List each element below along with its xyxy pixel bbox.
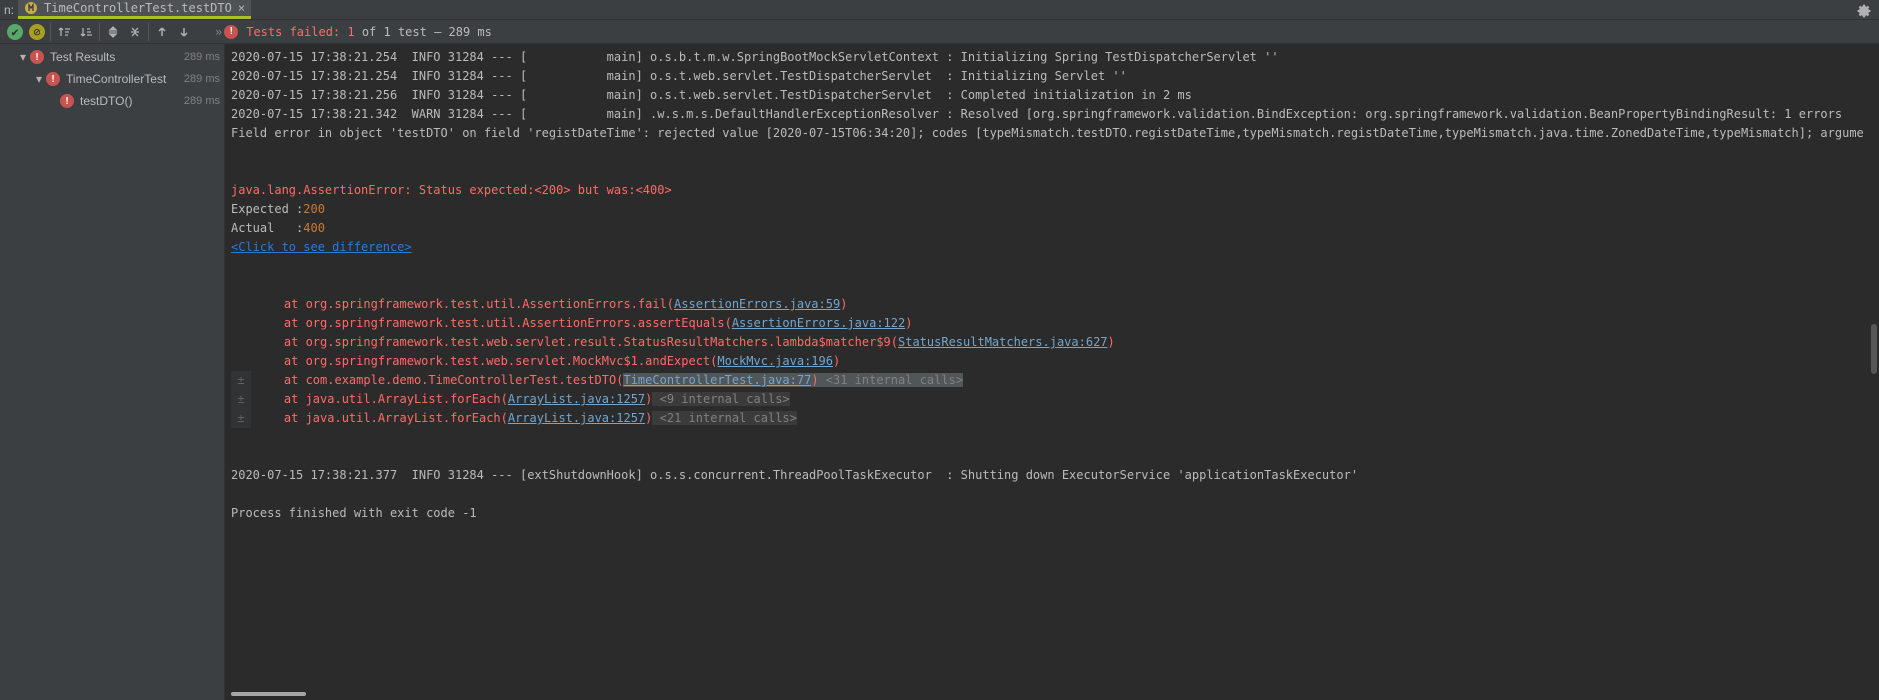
stacktrace-link[interactable]: ArrayList.java:1257 bbox=[508, 411, 645, 425]
java-test-icon bbox=[24, 1, 38, 15]
chevron-down-icon[interactable]: ▾ bbox=[36, 72, 42, 86]
stacktrace-link[interactable]: ArrayList.java:1257 bbox=[508, 392, 645, 406]
gutter-expand-icon[interactable]: ± bbox=[231, 390, 251, 409]
collapse-all-icon[interactable] bbox=[124, 21, 146, 43]
log-line: 2020-07-15 17:38:21.254 INFO 31284 --- [… bbox=[231, 48, 1873, 67]
see-difference-link[interactable]: <Click to see difference> bbox=[231, 240, 412, 254]
assertion-error: java.lang.AssertionError: Status expecte… bbox=[231, 181, 1873, 200]
vertical-scrollbar[interactable] bbox=[1871, 324, 1877, 374]
tree-root[interactable]: ▾ ! Test Results 289 ms bbox=[0, 46, 224, 68]
next-fail-icon[interactable] bbox=[173, 21, 195, 43]
console-output[interactable]: 2020-07-15 17:38:21.254 INFO 31284 --- [… bbox=[225, 44, 1879, 700]
expected-line: Expected :200 bbox=[231, 200, 1873, 219]
stacktrace-link[interactable]: AssertionErrors.java:122 bbox=[732, 316, 905, 330]
show-passed-button[interactable]: ✔ bbox=[4, 21, 26, 43]
chevron-down-icon[interactable]: ▾ bbox=[20, 50, 26, 64]
separator bbox=[50, 23, 51, 41]
test-toolbar: ✔ ⊘ » ! Tests failed: 1 of 1 test – 289 … bbox=[0, 20, 1879, 44]
internal-calls[interactable]: <21 internal calls> bbox=[652, 411, 797, 425]
exit-code-line: Process finished with exit code -1 bbox=[231, 504, 1873, 523]
tab-label: TimeControllerTest.testDTO bbox=[44, 1, 232, 15]
stacktrace-link[interactable]: TimeControllerTest.java:77 bbox=[623, 373, 811, 387]
prev-fail-icon[interactable] bbox=[151, 21, 173, 43]
gutter-expand-icon[interactable]: ± bbox=[231, 371, 251, 390]
fail-icon: ! bbox=[30, 50, 44, 64]
gutter-expand-icon[interactable]: ± bbox=[231, 409, 251, 428]
test-tree: ▾ ! Test Results 289 ms ▾ ! TimeControll… bbox=[0, 44, 225, 700]
log-line: 2020-07-15 17:38:21.342 WARN 31284 --- [… bbox=[231, 105, 1873, 124]
internal-calls[interactable]: <9 internal calls> bbox=[652, 392, 789, 406]
tree-test[interactable]: ! testDTO() 289 ms bbox=[0, 90, 224, 112]
fail-indicator-icon: ! bbox=[222, 21, 240, 43]
main: ▾ ! Test Results 289 ms ▾ ! TimeControll… bbox=[0, 44, 1879, 700]
tree-test-time: 289 ms bbox=[184, 95, 220, 107]
close-icon[interactable]: × bbox=[238, 1, 245, 15]
tab-prefix: n: bbox=[0, 3, 18, 17]
stacktrace-link[interactable]: MockMvc.java:196 bbox=[717, 354, 833, 368]
fail-icon: ! bbox=[60, 94, 74, 108]
internal-calls[interactable]: <31 internal calls> bbox=[819, 373, 964, 387]
sort-asc-icon[interactable] bbox=[53, 21, 75, 43]
tests-total-text: of 1 test – 289 ms bbox=[355, 25, 492, 39]
tree-root-time: 289 ms bbox=[184, 51, 220, 63]
chevron-icon: » bbox=[215, 25, 222, 39]
tree-suite-label: TimeControllerTest bbox=[66, 72, 184, 86]
log-line: 2020-07-15 17:38:21.254 INFO 31284 --- [… bbox=[231, 67, 1873, 86]
separator bbox=[148, 23, 149, 41]
log-line: Field error in object 'testDTO' on field… bbox=[231, 124, 1873, 143]
tree-suite-time: 289 ms bbox=[184, 73, 220, 85]
show-ignored-button[interactable]: ⊘ bbox=[26, 21, 48, 43]
sort-desc-icon[interactable] bbox=[75, 21, 97, 43]
gear-icon[interactable] bbox=[1855, 2, 1871, 18]
file-tab[interactable]: TimeControllerTest.testDTO × bbox=[18, 0, 251, 19]
horizontal-scrollbar[interactable] bbox=[231, 692, 306, 696]
actual-line: Actual :400 bbox=[231, 219, 1873, 238]
tests-failed-text: Tests failed: 1 bbox=[246, 25, 354, 39]
log-line: 2020-07-15 17:38:21.256 INFO 31284 --- [… bbox=[231, 86, 1873, 105]
tree-test-label: testDTO() bbox=[80, 94, 184, 108]
expand-all-icon[interactable] bbox=[102, 21, 124, 43]
test-status: Tests failed: 1 of 1 test – 289 ms bbox=[246, 25, 492, 39]
stacktrace-link[interactable]: StatusResultMatchers.java:627 bbox=[898, 335, 1108, 349]
log-line: 2020-07-15 17:38:21.377 INFO 31284 --- [… bbox=[231, 466, 1873, 485]
separator bbox=[99, 23, 100, 41]
tree-suite[interactable]: ▾ ! TimeControllerTest 289 ms bbox=[0, 68, 224, 90]
fail-icon: ! bbox=[46, 72, 60, 86]
top-tabbar: n: TimeControllerTest.testDTO × bbox=[0, 0, 1879, 20]
stacktrace-link[interactable]: AssertionErrors.java:59 bbox=[674, 297, 840, 311]
tree-root-label: Test Results bbox=[50, 50, 184, 64]
